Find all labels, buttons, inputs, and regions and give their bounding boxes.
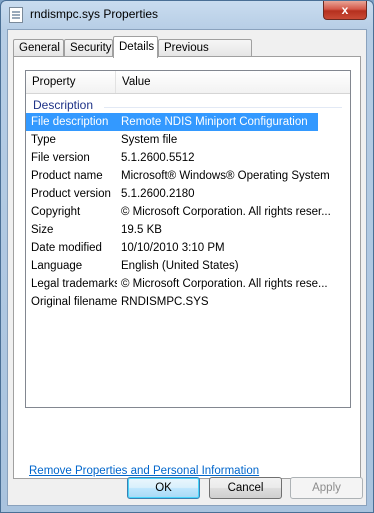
row-value: Remote NDIS Miniport Configuration <box>121 116 308 128</box>
row-value: RNDISMPC.SYS <box>121 296 209 308</box>
row-property: Date modified <box>31 242 102 254</box>
close-button[interactable]: x <box>323 1 367 20</box>
table-row[interactable]: Original filename RNDISMPC.SYS <box>26 293 350 311</box>
row-value: System file <box>121 134 178 146</box>
table-row[interactable]: Product version 5.1.2600.2180 <box>26 185 350 203</box>
tab-details[interactable]: Details <box>113 36 158 58</box>
table-row[interactable]: Product name Microsoft® Windows® Operati… <box>26 167 350 185</box>
tab-previous-versions[interactable]: Previous Versions <box>158 39 252 71</box>
row-value: © Microsoft Corporation. All rights rese… <box>121 278 328 290</box>
row-property: Original filename <box>31 296 117 308</box>
dialog-body: General Security Details Previous Versio… <box>7 29 367 506</box>
column-header-value[interactable]: Value <box>116 71 350 93</box>
apply-button[interactable]: Apply <box>290 477 363 499</box>
file-icon <box>9 7 23 23</box>
row-property: Copyright <box>31 206 81 218</box>
tab-general[interactable]: General <box>13 39 64 57</box>
properties-dialog: rndismpc.sys Properties x General Securi… <box>0 0 374 513</box>
window-title: rndismpc.sys Properties <box>30 7 159 21</box>
row-property: Product name <box>31 170 103 182</box>
title-bar[interactable]: rndismpc.sys Properties x <box>1 1 373 29</box>
table-row[interactable]: File version 5.1.2600.5512 <box>26 149 350 167</box>
cancel-button[interactable]: Cancel <box>209 477 282 499</box>
row-property: Product version <box>31 188 111 200</box>
column-header-property[interactable]: Property <box>26 71 116 93</box>
row-property: Legal trademarks <box>31 278 117 290</box>
tab-security[interactable]: Security <box>64 39 113 57</box>
table-row[interactable]: Language English (United States) <box>26 257 350 275</box>
table-row[interactable]: Date modified 10/10/2010 3:10 PM <box>26 239 350 257</box>
details-list[interactable]: Property Value Description File descript… <box>25 70 351 408</box>
row-value: 5.1.2600.5512 <box>121 152 195 164</box>
row-property: Language <box>31 260 83 272</box>
row-value: 19.5 KB <box>121 224 162 236</box>
row-property: Size <box>31 224 54 236</box>
ok-button[interactable]: OK <box>127 477 200 499</box>
table-row[interactable]: Legal trademarks © Microsoft Corporation… <box>26 275 350 293</box>
table-row[interactable]: File description Remote NDIS Miniport Co… <box>26 113 318 131</box>
row-value: English (United States) <box>121 260 239 272</box>
remove-properties-link[interactable]: Remove Properties and Personal Informati… <box>29 465 259 477</box>
group-header-description: Description <box>33 98 94 112</box>
row-property: Type <box>31 134 56 146</box>
table-row[interactable]: Copyright © Microsoft Corporation. All r… <box>26 203 350 221</box>
group-divider <box>104 107 342 108</box>
row-value: © Microsoft Corporation. All rights rese… <box>121 206 331 218</box>
row-property: File version <box>31 152 90 164</box>
row-property: File description <box>31 116 109 128</box>
row-value: 5.1.2600.2180 <box>121 188 195 200</box>
row-value: 10/10/2010 3:10 PM <box>121 242 225 254</box>
close-icon: x <box>341 3 349 17</box>
details-panel: Property Value Description File descript… <box>13 56 361 479</box>
row-value: Microsoft® Windows® Operating System <box>121 170 330 182</box>
list-header: Property Value <box>26 71 350 94</box>
property-rows: File description Remote NDIS Miniport Co… <box>26 113 350 311</box>
table-row[interactable]: Size 19.5 KB <box>26 221 350 239</box>
table-row[interactable]: Type System file <box>26 131 350 149</box>
